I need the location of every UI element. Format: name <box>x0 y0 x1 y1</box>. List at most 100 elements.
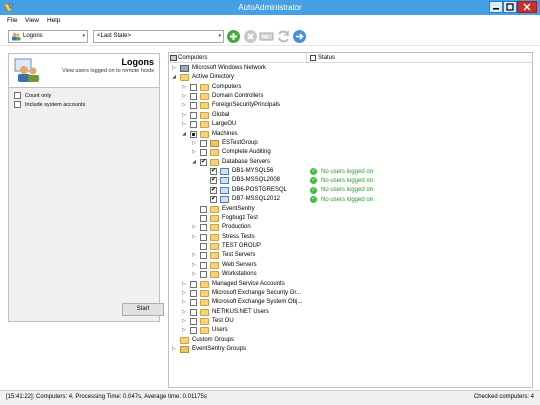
row-checkbox[interactable] <box>190 299 197 307</box>
tree-row[interactable]: ▷ Test Servers <box>0 251 540 260</box>
tree-row[interactable]: ▷ Users <box>0 326 540 335</box>
expand-icon[interactable]: ▷ <box>181 111 187 120</box>
row-checkbox[interactable] <box>200 158 207 166</box>
row-checkbox[interactable] <box>190 93 197 101</box>
expand-icon[interactable]: ▷ <box>181 280 187 289</box>
disk-icon[interactable] <box>259 29 274 44</box>
row-checkbox[interactable] <box>190 317 197 325</box>
folder-icon <box>200 121 209 129</box>
expand-icon[interactable]: ▷ <box>181 120 187 129</box>
row-checkbox[interactable] <box>190 130 197 138</box>
tree-row[interactable]: ▷ Stress Tests <box>0 233 540 242</box>
tree-row[interactable]: ▷ Computers <box>0 83 540 92</box>
row-checkbox[interactable] <box>190 280 197 288</box>
tree-row[interactable]: DB6-POSTGRESQL ✓ No users logged on <box>0 186 540 195</box>
tree-row[interactable]: Custom Groups <box>0 336 540 345</box>
tree-row[interactable]: ▷ Workstations <box>0 270 540 279</box>
row-checkbox[interactable] <box>210 186 217 194</box>
expand-icon[interactable]: ▷ <box>191 270 197 279</box>
expand-icon[interactable]: ▷ <box>191 223 197 232</box>
collapse-icon[interactable]: ◢ <box>181 130 187 139</box>
expand-icon[interactable]: ▷ <box>191 251 197 260</box>
collapse-icon[interactable]: ◢ <box>171 73 177 82</box>
tree-row[interactable]: ▷ ESTestGroup <box>0 139 540 148</box>
tree-row[interactable]: ◢ Active Directory <box>0 73 540 82</box>
maximize-button[interactable] <box>503 1 517 13</box>
row-checkbox[interactable] <box>200 139 207 147</box>
tree-row[interactable]: ▷ LargeOU <box>0 120 540 129</box>
row-checkbox[interactable] <box>210 195 217 204</box>
row-checkbox[interactable] <box>190 111 197 119</box>
tree-row[interactable]: DB1-MYSQL56 ✓ No users logged on <box>0 167 540 176</box>
row-checkbox[interactable] <box>190 327 197 335</box>
menu-view[interactable]: View <box>25 15 39 27</box>
expand-icon[interactable]: ▷ <box>181 308 187 317</box>
tree-row[interactable]: ▷ ForeignSecurityPrincipals <box>0 101 540 110</box>
expand-icon[interactable]: ▷ <box>181 92 187 101</box>
close-button[interactable] <box>517 1 537 13</box>
row-checkbox[interactable] <box>200 233 207 241</box>
row-checkbox[interactable] <box>190 83 197 91</box>
column-header-status[interactable]: Status <box>318 53 335 63</box>
row-checkbox[interactable] <box>190 308 197 316</box>
tree-row[interactable]: ▷ Microsoft Exchange System Obj... <box>0 298 540 307</box>
expand-icon[interactable]: ▷ <box>191 261 197 270</box>
check-circle-icon: ✓ <box>310 168 317 176</box>
row-checkbox[interactable] <box>200 261 207 269</box>
tree-row[interactable]: ▷ Web Servers <box>0 261 540 270</box>
tree-row[interactable]: DB7-MSSQL2012 ✓ No users logged on <box>0 195 540 204</box>
row-checkbox[interactable] <box>200 214 207 222</box>
tree-row[interactable]: ▷ Microsoft Exchange Security Gr... <box>0 289 540 298</box>
add-icon[interactable] <box>226 29 241 44</box>
tree-row[interactable]: ▷ Global <box>0 111 540 120</box>
menu-file[interactable]: File <box>7 15 17 27</box>
minimize-button[interactable] <box>489 1 503 13</box>
tree-row[interactable]: ▷ Production <box>0 223 540 232</box>
expand-icon[interactable]: ▷ <box>181 101 187 110</box>
expand-icon[interactable]: ▷ <box>181 83 187 92</box>
state-dropdown[interactable]: <Last State> ▾ <box>93 30 224 43</box>
tree-row[interactable]: Fogbugz Test <box>0 214 540 223</box>
expand-icon[interactable]: ▷ <box>181 289 187 298</box>
column-separator[interactable] <box>306 53 307 63</box>
row-checkbox[interactable] <box>190 121 197 129</box>
expand-icon[interactable]: ▷ <box>191 148 197 157</box>
tree-row[interactable]: ▷ Test OU <box>0 317 540 326</box>
tree-row[interactable]: ◢ Machines <box>0 130 540 139</box>
row-checkbox[interactable] <box>200 271 207 279</box>
tree-row[interactable]: ▷ NETIKUS.NET Users <box>0 308 540 317</box>
forward-icon[interactable] <box>292 29 307 44</box>
tree-row[interactable]: ▷ Domain Controllers <box>0 92 540 101</box>
tree-row[interactable]: ▷ EventSentry Groups <box>0 345 540 354</box>
menu-help[interactable]: Help <box>47 15 60 27</box>
row-checkbox[interactable] <box>200 252 207 260</box>
tree-row[interactable]: ▷ Managed Service Accounts <box>0 280 540 289</box>
folder-icon <box>210 233 219 241</box>
tree-row[interactable]: DB3-MSSQL2008 ✓ No users logged on <box>0 176 540 185</box>
row-checkbox[interactable] <box>210 176 217 185</box>
delete-icon[interactable] <box>243 29 258 44</box>
tree-row[interactable]: ▷ Microsoft Windows Network <box>0 64 540 73</box>
expand-icon[interactable]: ▷ <box>191 139 197 148</box>
collapse-icon[interactable]: ◢ <box>191 158 197 167</box>
refresh-icon[interactable] <box>276 29 291 44</box>
expand-icon[interactable]: ▷ <box>191 233 197 242</box>
row-checkbox[interactable] <box>190 102 197 110</box>
mode-dropdown[interactable]: Logons ▾ <box>8 30 88 43</box>
row-checkbox[interactable] <box>200 149 207 157</box>
expand-icon[interactable]: ▷ <box>181 298 187 307</box>
tree-row[interactable]: TEST GROUP <box>0 242 540 251</box>
tree-row[interactable]: ◢ Database Servers <box>0 158 540 167</box>
expand-icon[interactable]: ▷ <box>171 345 177 354</box>
expand-icon[interactable]: ▷ <box>181 326 187 335</box>
row-checkbox[interactable] <box>210 167 217 176</box>
tree-row[interactable]: ▷ Complete Auditing <box>0 148 540 157</box>
column-header-computers[interactable]: Computers <box>178 53 207 63</box>
row-checkbox[interactable] <box>200 205 207 213</box>
row-checkbox[interactable] <box>190 289 197 297</box>
expand-icon[interactable]: ▷ <box>171 64 177 73</box>
row-checkbox[interactable] <box>200 243 207 251</box>
row-checkbox[interactable] <box>200 224 207 232</box>
expand-icon[interactable]: ▷ <box>181 317 187 326</box>
tree-row[interactable]: EventSentry <box>0 205 540 214</box>
